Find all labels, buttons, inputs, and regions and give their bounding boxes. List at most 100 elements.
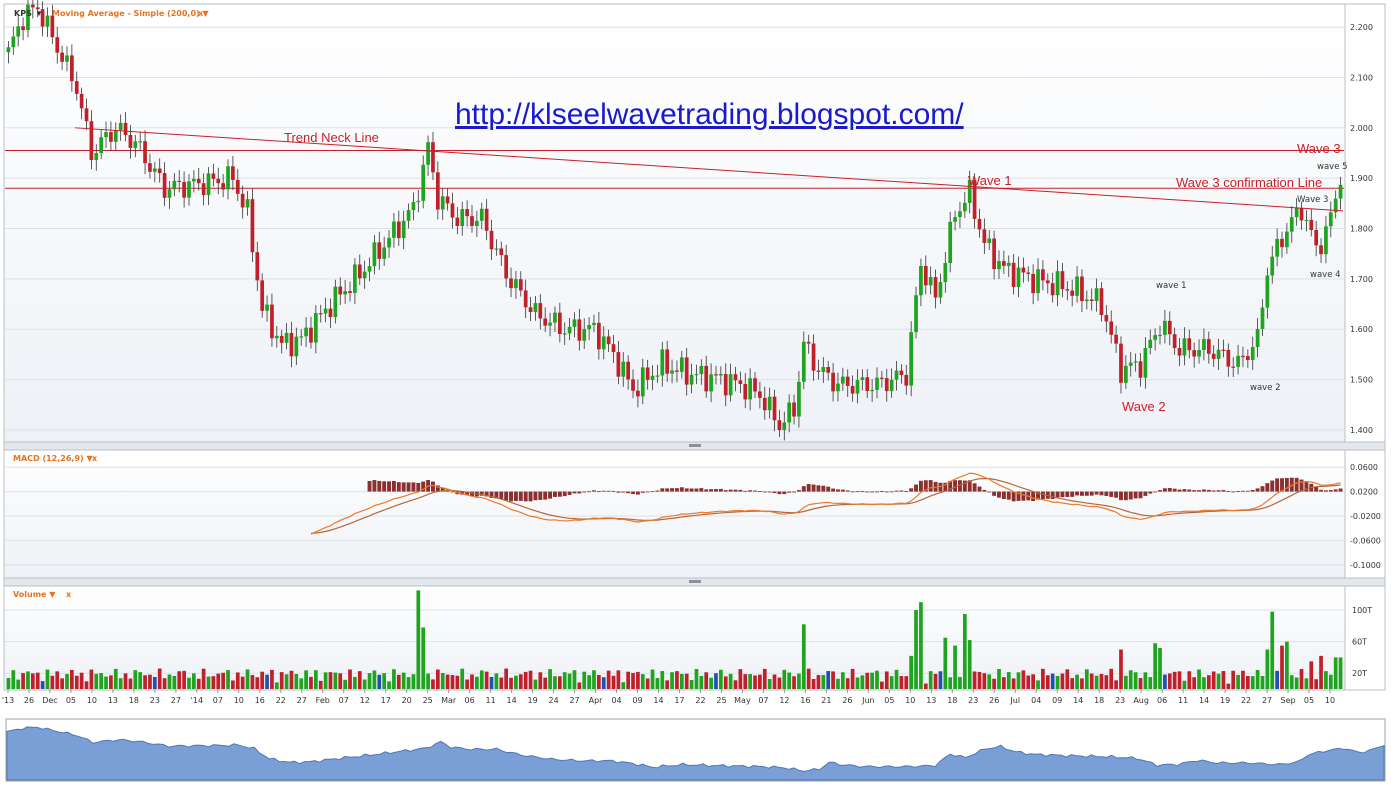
volume-bar — [777, 677, 782, 689]
splitter-handle-icon[interactable] — [689, 580, 701, 583]
volume-bar — [118, 678, 123, 689]
macd-hist-bar — [777, 491, 782, 495]
volume-bar — [1202, 677, 1206, 689]
candle-down — [509, 278, 513, 289]
candle-up — [192, 178, 196, 182]
volume-bar — [240, 676, 245, 689]
volume-bar — [445, 674, 450, 689]
macd-hist-bar — [1221, 490, 1226, 492]
x-tick-label: 27 — [297, 696, 307, 705]
splitter-handle-icon[interactable] — [689, 444, 701, 447]
candle-down — [1099, 288, 1104, 316]
x-tick-label: Aug — [1133, 696, 1149, 705]
symbol-dropdown-icon[interactable]: ▼ — [35, 9, 43, 18]
macd-hist-bar — [1250, 489, 1255, 492]
volume-bar — [348, 669, 352, 689]
volume-bar — [528, 670, 533, 689]
candle-down — [597, 322, 601, 350]
candle-down — [1177, 348, 1182, 356]
macd-hist-bar — [1226, 490, 1231, 492]
macd-hist-bar — [689, 488, 694, 492]
volume-bar — [484, 671, 489, 689]
candle-up — [1255, 328, 1260, 348]
volume-label[interactable]: Volume ▼ — [13, 590, 56, 599]
volume-bar — [782, 669, 787, 689]
candle-up — [709, 374, 713, 392]
candle-up — [1094, 288, 1099, 302]
candle-up — [748, 378, 752, 400]
candle-down — [309, 327, 313, 343]
volume-bar — [694, 669, 699, 689]
candle-up — [1294, 207, 1299, 218]
symbol-label[interactable]: KPS — [14, 9, 32, 18]
candle-down — [182, 181, 186, 198]
candle-up — [99, 137, 104, 154]
macd-label[interactable]: MACD (12,26,9) ▼ — [13, 454, 93, 463]
volume-bar — [733, 680, 738, 689]
x-tick-label: 26 — [989, 696, 999, 705]
volume-close-icon[interactable]: x — [66, 590, 72, 599]
volume-bar — [70, 669, 74, 689]
x-tick-label: '14 — [191, 696, 203, 705]
macd-hist-bar — [1089, 491, 1094, 496]
volume-bar — [704, 672, 709, 689]
candle-up — [475, 220, 479, 226]
blog-url-link[interactable]: http://klseelwavetrading.blogspot.com/ — [455, 98, 964, 131]
candle-down — [606, 336, 611, 345]
candle-down — [1119, 343, 1123, 383]
volume-bar — [1011, 678, 1016, 689]
candle-down — [328, 308, 333, 318]
date-axis: '13 26 Dec 05 10 13 18 23 27 '14 07 10 16 22 27 Feb 07 12… — [2, 689, 1335, 705]
x-tick-label: May — [734, 696, 751, 705]
candle-up — [1289, 217, 1294, 232]
volume-bar — [231, 680, 235, 689]
x-tick-label: '13 — [2, 696, 14, 705]
volume-bar — [919, 602, 923, 689]
macd-hist-bar — [1338, 488, 1343, 492]
macd-hist-bar — [894, 490, 899, 492]
x-tick-label: 22 — [276, 696, 286, 705]
volume-bar — [831, 671, 835, 689]
indicator-close-icon[interactable]: x — [198, 9, 204, 18]
x-tick-label: 07 — [213, 696, 223, 705]
price-tick-label: 2.200 — [1350, 23, 1373, 32]
volume-bar — [416, 590, 421, 689]
volume-bar — [1045, 675, 1050, 689]
macd-hist-bar — [499, 491, 504, 499]
volume-bar — [645, 678, 650, 689]
candle-up — [362, 271, 367, 279]
volume-bar — [875, 670, 879, 689]
macd-hist-bar — [562, 491, 567, 497]
volume-bar — [533, 679, 538, 689]
volume-bar — [1172, 671, 1177, 689]
candle-down — [1065, 289, 1070, 291]
volume-bar — [387, 681, 391, 689]
macd-hist-bar — [1245, 490, 1250, 492]
macd-close-icon[interactable]: x — [92, 454, 98, 463]
volume-bar — [79, 672, 84, 689]
volume-bar — [396, 674, 401, 689]
macd-hist-bar — [1236, 491, 1241, 492]
volume-bar — [1050, 673, 1055, 689]
volume-bar — [982, 673, 987, 689]
macd-hist-bar — [772, 491, 777, 493]
macd-hist-bar — [860, 490, 865, 492]
macd-hist-bar — [1143, 491, 1148, 496]
navigator[interactable] — [5, 718, 1386, 782]
macd-hist-bar — [787, 491, 792, 493]
volume-bar — [801, 624, 806, 689]
x-tick-label: 17 — [381, 696, 391, 705]
candle-up — [11, 36, 16, 48]
macd-hist-bar — [1021, 491, 1026, 501]
candle-up — [1055, 271, 1060, 296]
macd-hist-bar — [850, 491, 855, 493]
candle-up — [855, 380, 860, 394]
volume-bar — [1128, 670, 1133, 689]
volume-bar — [928, 671, 933, 689]
x-tick-label: 27 — [569, 696, 579, 705]
candle-up — [1328, 212, 1333, 227]
indicator-label[interactable]: Moving Average - Simple (200,0) ▼ — [52, 9, 209, 18]
candle-down — [1011, 262, 1016, 287]
x-tick-label: 27 — [171, 696, 181, 705]
macd-hist-bar — [694, 488, 699, 492]
